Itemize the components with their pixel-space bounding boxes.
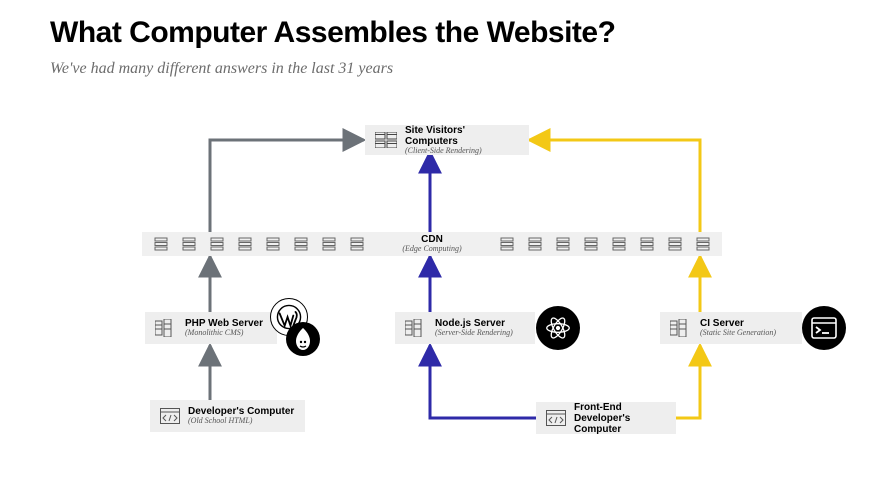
servers-icon: [670, 319, 692, 337]
nodejs-sub: (Server-Side Rendering): [435, 329, 513, 338]
node-ci-server: CI Server (Static Site Generation): [660, 312, 802, 344]
server-icon: [238, 237, 252, 251]
layout-icon: [375, 132, 397, 148]
server-icon: [640, 237, 654, 251]
server-icon: [528, 237, 542, 251]
server-icon: [696, 237, 710, 251]
node-dev-computer: Developer's Computer (Old School HTML): [150, 400, 305, 432]
cdn-right-servers: [500, 237, 710, 251]
terminal-icon: [802, 306, 846, 350]
node-visitors: Site Visitors' Computers (Client-Side Re…: [365, 125, 529, 155]
code-window-icon: [160, 408, 180, 424]
server-icon: [668, 237, 682, 251]
react-icon: [536, 306, 580, 350]
servers-icon: [405, 319, 427, 337]
visitors-label: Site Visitors' Computers: [405, 125, 519, 147]
server-icon: [612, 237, 626, 251]
visitors-sub: (Client-Side Rendering): [405, 147, 519, 156]
cdn-text: CDN (Edge Computing): [402, 234, 461, 254]
cdn-sub: (Edge Computing): [402, 245, 461, 254]
fedev-label2: Developer's Computer: [574, 413, 666, 435]
diagram-canvas: What Computer Assembles the Website? We'…: [0, 0, 890, 501]
node-fedev-computer: Front-End Developer's Computer: [536, 402, 676, 434]
node-nodejs-server: Node.js Server (Server-Side Rendering): [395, 312, 535, 344]
server-icon: [556, 237, 570, 251]
server-icon: [294, 237, 308, 251]
dev-sub: (Old School HTML): [188, 417, 294, 426]
server-icon: [584, 237, 598, 251]
page-title: What Computer Assembles the Website?: [50, 16, 615, 50]
ci-sub: (Static Site Generation): [700, 329, 776, 338]
page-subtitle: We've had many different answers in the …: [50, 60, 393, 78]
server-icon: [266, 237, 280, 251]
node-cdn: CDN (Edge Computing): [142, 232, 722, 256]
server-icon: [210, 237, 224, 251]
code-window-icon: [546, 410, 566, 426]
server-icon: [154, 237, 168, 251]
server-icon: [182, 237, 196, 251]
server-icon: [500, 237, 514, 251]
php-sub: (Monolithic CMS): [185, 329, 263, 338]
server-icon: [350, 237, 364, 251]
server-icon: [322, 237, 336, 251]
servers-icon: [155, 319, 177, 337]
fedev-label1: Front-End: [574, 402, 666, 413]
drupal-icon: [286, 322, 320, 356]
cdn-left-servers: [154, 237, 364, 251]
node-php-server: PHP Web Server (Monolithic CMS): [145, 312, 277, 344]
